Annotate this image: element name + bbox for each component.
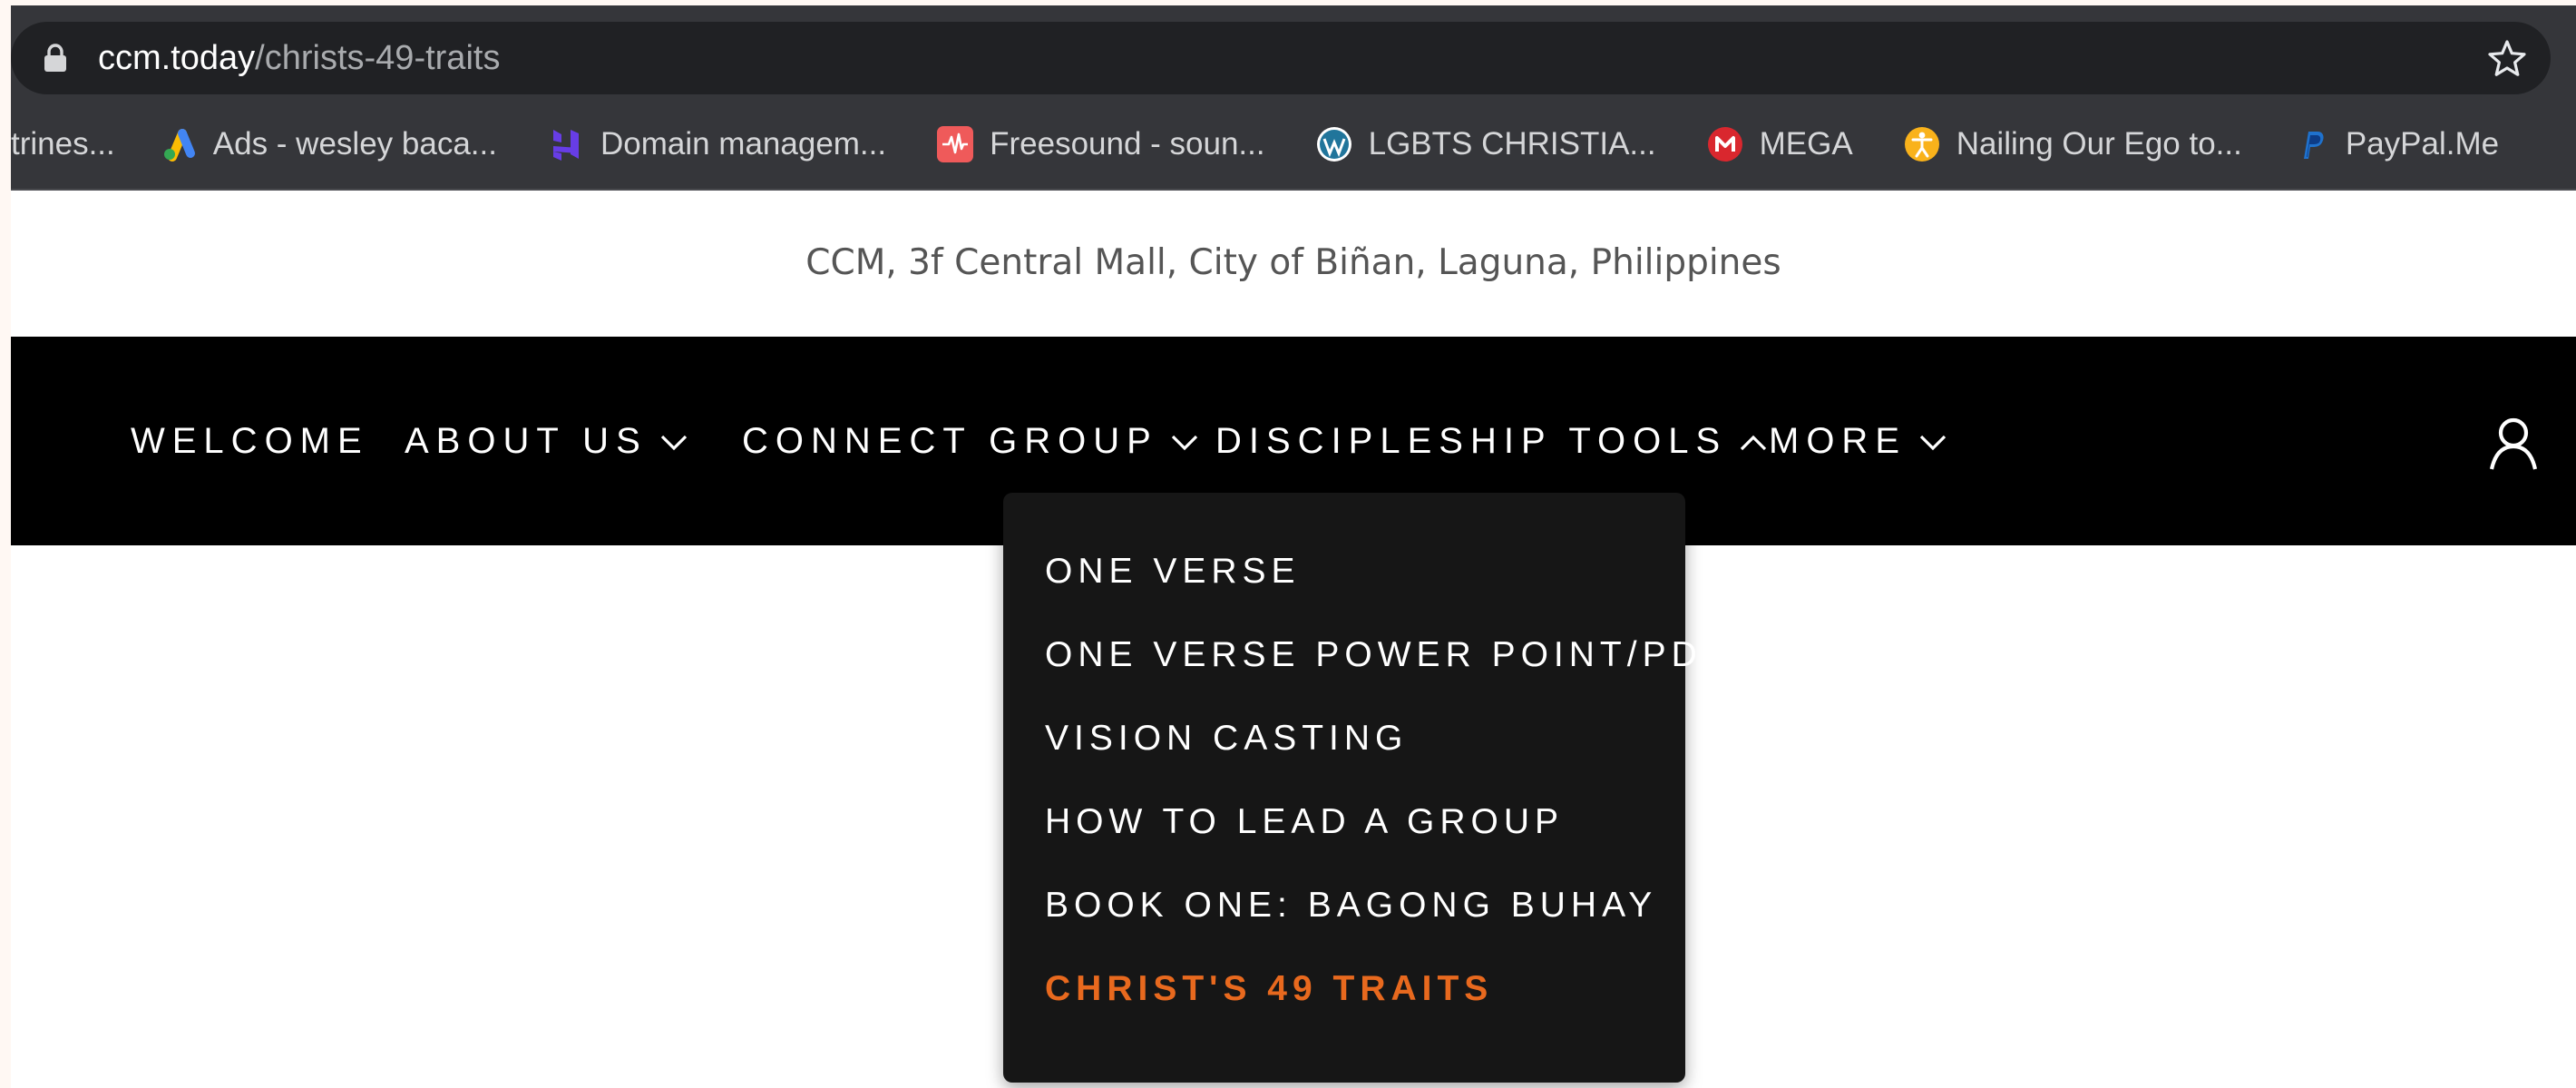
bookmark-item[interactable]: Freesound - soun... [937,126,1265,162]
wordpress-icon [1316,126,1352,162]
bookmark-item[interactable]: MEGA [1707,126,1853,162]
bookmark-label: Nailing Our Ego to... [1956,126,2242,162]
bookmark-item[interactable]: PayPal.Me [2293,126,2499,162]
dropdown-item-book-one[interactable]: BOOK ONE: BAGONG BUHAY [1045,874,1657,937]
chevron-down-icon [660,436,687,451]
dropdown-item-one-verse-power-point[interactable]: ONE VERSE POWER POINT/PDF [1045,623,1730,687]
bookmark-item[interactable]: trines... [11,126,115,162]
dropdown-item-how-to-lead-a-group[interactable]: HOW TO LEAD A GROUP [1045,790,1564,854]
mega-icon [1707,126,1743,162]
bookmark-item[interactable]: Ads - wesley baca... [161,126,497,162]
chevron-down-icon [1171,436,1197,451]
chevron-up-icon [1741,436,1767,451]
nav-label: DISCIPLESHIP TOOLS [1215,421,1728,461]
browser-toolbar: ccm.today/christs-49-traits trines... Ad… [11,5,2576,191]
nav-item-more[interactable]: MORE [1769,337,1947,545]
bookmark-label: MEGA [1759,126,1853,162]
discipleship-tools-dropdown: ONE VERSE ONE VERSE POWER POINT/PDF VISI… [1003,493,1724,1083]
url-text[interactable]: ccm.today/christs-49-traits [98,22,500,94]
bookmark-item[interactable]: LGBTS CHRISTIA... [1316,126,1656,162]
dropdown-item-vision-casting[interactable]: VISION CASTING [1045,707,1408,770]
accessibility-icon [1904,126,1940,162]
bookmark-star-icon[interactable] [2485,36,2529,80]
bookmarks-bar: trines... Ads - wesley baca... Domain ma… [11,113,2576,176]
browser-window: ccm.today/christs-49-traits trines... Ad… [11,5,2576,1088]
bookmark-label: trines... [11,126,115,162]
nav-label: CONNECT GROUP [742,421,1158,461]
nav-item-welcome[interactable]: WELCOME [131,337,369,545]
freesound-icon [937,126,974,162]
user-account-icon[interactable] [2487,417,2540,471]
lock-icon [44,44,66,72]
nav-label: MORE [1769,421,1907,461]
bookmark-label: Domain managem... [600,126,887,162]
hostinger-icon [548,126,584,162]
bookmark-label: Freesound - soun... [990,126,1265,162]
site-address: CCM, 3f Central Mall, City of Biñan, Lag… [805,242,1781,283]
nav-item-about-us[interactable]: ABOUT US [405,337,688,545]
bookmark-item[interactable]: Domain managem... [548,126,886,162]
url-path: /christs-49-traits [255,39,501,77]
google-ads-icon [161,126,197,162]
bookmark-label: PayPal.Me [2345,126,2500,162]
chevron-down-icon [1919,436,1947,451]
nav-label: ABOUT US [405,421,648,461]
paypal-icon [2293,126,2329,162]
dropdown-item-christs-49-traits[interactable]: CHRIST'S 49 TRAITS [1045,957,1493,1021]
address-bar[interactable]: ccm.today/christs-49-traits [11,22,2551,94]
url-domain: ccm.today [98,39,256,77]
dropdown-item-one-verse[interactable]: ONE VERSE [1045,540,1301,603]
bookmark-label: LGBTS CHRISTIA... [1368,126,1656,162]
nav-label: WELCOME [131,421,369,461]
bookmark-item[interactable]: Nailing Our Ego to... [1904,126,2242,162]
bookmark-label: Ads - wesley baca... [212,126,497,162]
